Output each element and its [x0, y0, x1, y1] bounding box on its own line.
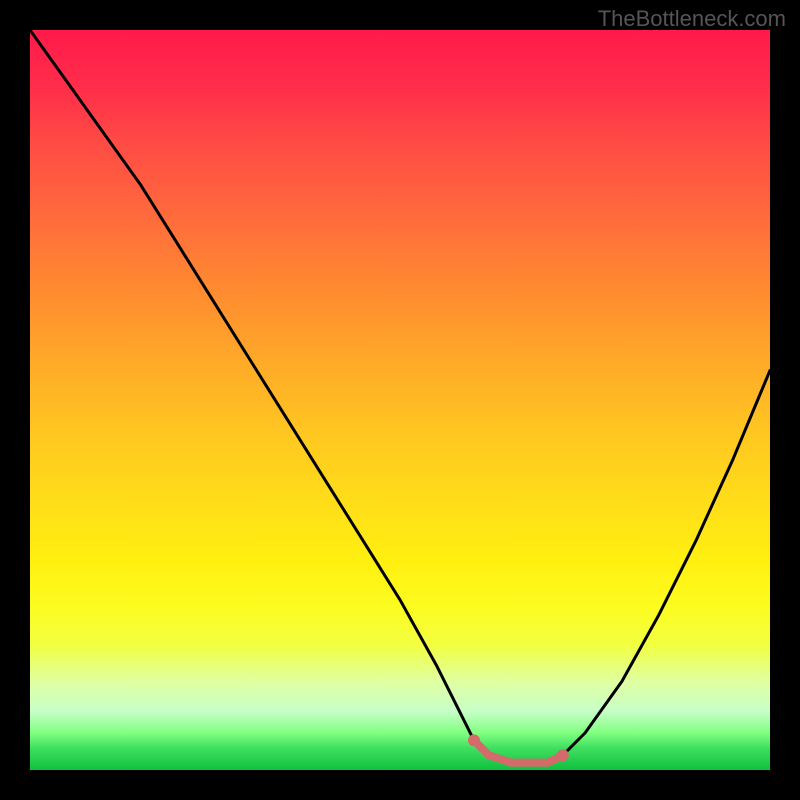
watermark-text: TheBottleneck.com	[598, 6, 786, 32]
plot-area	[30, 30, 770, 770]
gradient-background	[30, 30, 770, 770]
plot-frame	[30, 30, 770, 770]
